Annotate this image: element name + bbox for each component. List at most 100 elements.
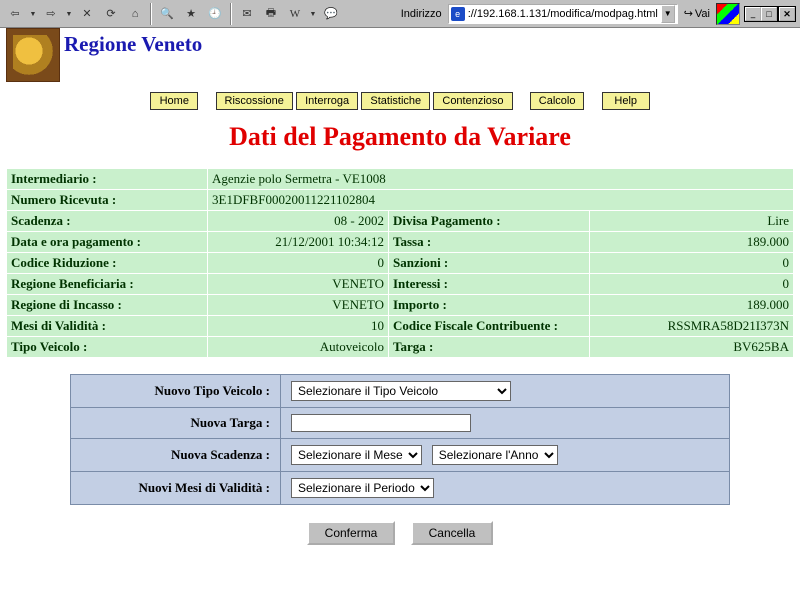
nav-help[interactable]: Help bbox=[602, 92, 650, 110]
page-title: Dati del Pagamento da Variare bbox=[6, 122, 794, 152]
tipo-veicolo-value: Autoveicolo bbox=[208, 337, 388, 357]
intermediario-value: Agenzie polo Sermetra - VE1008 bbox=[208, 169, 793, 189]
home-icon[interactable]: ⌂ bbox=[124, 3, 146, 25]
nav-contenzioso[interactable]: Contenzioso bbox=[433, 92, 512, 110]
table-row: Regione Beneficiaria : VENETO Interessi … bbox=[7, 274, 793, 294]
table-row: Tipo Veicolo : Autoveicolo Targa : BV625… bbox=[7, 337, 793, 357]
browser-toolbar: ⇦ ▼ ⇨ ▼ ✕ ⟳ ⌂ 🔍 ★ 🕘 ✉ 🖶 W ▼ 💬 Indirizzo … bbox=[0, 0, 800, 28]
nuovo-tipo-veicolo-label: Nuovo Tipo Veicolo : bbox=[71, 375, 281, 408]
regione-incasso-value: VENETO bbox=[208, 295, 388, 315]
minimize-button[interactable]: _ bbox=[745, 7, 761, 21]
go-button[interactable]: ↪Vai bbox=[684, 7, 710, 20]
divisa-label: Divisa Pagamento : bbox=[389, 211, 589, 231]
page-header: Regione Veneto bbox=[6, 28, 794, 82]
mesi-validita-label: Mesi di Validità : bbox=[7, 316, 207, 336]
nav-calcolo[interactable]: Calcolo bbox=[530, 92, 585, 110]
mail-icon[interactable]: ✉ bbox=[236, 3, 258, 25]
form-row: Nuovo Tipo Veicolo : Selezionare il Tipo… bbox=[71, 375, 730, 408]
page-viewport: Regione Veneto Home Riscossione Interrog… bbox=[0, 28, 800, 600]
nuova-scadenza-anno-select[interactable]: Selezionare l'Anno bbox=[432, 445, 558, 465]
nav-home[interactable]: Home bbox=[150, 92, 198, 110]
nuovi-mesi-select[interactable]: Selezionare il Periodo bbox=[291, 478, 434, 498]
nuova-targa-label: Nuova Targa : bbox=[71, 408, 281, 439]
table-row: Regione di Incasso : VENETO Importo : 18… bbox=[7, 295, 793, 315]
table-row: Mesi di Validità : 10 Codice Fiscale Con… bbox=[7, 316, 793, 336]
intermediario-label: Intermediario : bbox=[7, 169, 207, 189]
table-row: Intermediario : Agenzie polo Sermetra - … bbox=[7, 169, 793, 189]
print-icon[interactable]: 🖶 bbox=[260, 3, 282, 25]
discuss-icon[interactable]: 💬 bbox=[320, 3, 342, 25]
table-row: Scadenza : 08 - 2002 Divisa Pagamento : … bbox=[7, 211, 793, 231]
importo-value: 189.000 bbox=[590, 295, 793, 315]
history-icon[interactable]: 🕘 bbox=[204, 3, 226, 25]
tassa-label: Tassa : bbox=[389, 232, 589, 252]
form-row: Nuova Scadenza : Selezionare il Mese Sel… bbox=[71, 439, 730, 472]
edit-dd-icon[interactable]: ▼ bbox=[308, 3, 318, 25]
tassa-value: 189.000 bbox=[590, 232, 793, 252]
address-bar[interactable]: e ://192.168.1.131/modifica/modpag.html … bbox=[448, 4, 678, 24]
table-row: Data e ora pagamento : 21/12/2001 10:34:… bbox=[7, 232, 793, 252]
nav-interroga[interactable]: Interroga bbox=[296, 92, 358, 110]
interessi-value: 0 bbox=[590, 274, 793, 294]
sanzioni-label: Sanzioni : bbox=[389, 253, 589, 273]
numero-ricevuta-value: 3E1DFBF00020011221102804 bbox=[208, 190, 793, 210]
cf-value: RSSMRA58D21I373N bbox=[590, 316, 793, 336]
conferma-button[interactable]: Conferma bbox=[307, 521, 396, 545]
nav-riscossione[interactable]: Riscossione bbox=[216, 92, 293, 110]
windows-logo-icon bbox=[716, 3, 740, 25]
regione-benef-label: Regione Beneficiaria : bbox=[7, 274, 207, 294]
codice-riduzione-value: 0 bbox=[208, 253, 388, 273]
data-ora-value: 21/12/2001 10:34:12 bbox=[208, 232, 388, 252]
form-row: Nuova Targa : bbox=[71, 408, 730, 439]
separator bbox=[230, 3, 232, 25]
regione-incasso-label: Regione di Incasso : bbox=[7, 295, 207, 315]
sanzioni-value: 0 bbox=[590, 253, 793, 273]
mesi-validita-value: 10 bbox=[208, 316, 388, 336]
window-controls: _ □ ✕ bbox=[744, 6, 796, 22]
refresh-icon[interactable]: ⟳ bbox=[100, 3, 122, 25]
regione-benef-value: VENETO bbox=[208, 274, 388, 294]
forward-dd-icon[interactable]: ▼ bbox=[64, 3, 74, 25]
table-row: Codice Riduzione : 0 Sanzioni : 0 bbox=[7, 253, 793, 273]
data-ora-label: Data e ora pagamento : bbox=[7, 232, 207, 252]
separator bbox=[150, 3, 152, 25]
close-button[interactable]: ✕ bbox=[779, 7, 795, 21]
search-icon[interactable]: 🔍 bbox=[156, 3, 178, 25]
cancella-button[interactable]: Cancella bbox=[411, 521, 494, 545]
table-row: Numero Ricevuta : 3E1DFBF000200112211028… bbox=[7, 190, 793, 210]
address-dropdown-icon[interactable]: ▼ bbox=[661, 5, 675, 23]
edit-icon[interactable]: W bbox=[284, 3, 306, 25]
cf-label: Codice Fiscale Contribuente : bbox=[389, 316, 589, 336]
org-title: Regione Veneto bbox=[64, 32, 202, 57]
interessi-label: Interessi : bbox=[389, 274, 589, 294]
nuovi-mesi-label: Nuovi Mesi di Validità : bbox=[71, 472, 281, 505]
back-icon[interactable]: ⇦ bbox=[4, 3, 26, 25]
go-label: Vai bbox=[695, 8, 710, 20]
maximize-button[interactable]: □ bbox=[761, 7, 777, 21]
address-label: Indirizzo bbox=[401, 8, 442, 20]
ie-icon: e bbox=[451, 7, 465, 21]
back-dd-icon[interactable]: ▼ bbox=[28, 3, 38, 25]
importo-label: Importo : bbox=[389, 295, 589, 315]
nav-statistiche[interactable]: Statistiche bbox=[361, 92, 430, 110]
codice-riduzione-label: Codice Riduzione : bbox=[7, 253, 207, 273]
nuova-scadenza-mese-select[interactable]: Selezionare il Mese bbox=[291, 445, 422, 465]
scadenza-value: 08 - 2002 bbox=[208, 211, 388, 231]
form-row: Nuovi Mesi di Validità : Selezionare il … bbox=[71, 472, 730, 505]
nuovo-tipo-veicolo-select[interactable]: Selezionare il Tipo Veicolo bbox=[291, 381, 511, 401]
nuova-targa-input[interactable] bbox=[291, 414, 471, 432]
divisa-value: Lire bbox=[590, 211, 793, 231]
numero-ricevuta-label: Numero Ricevuta : bbox=[7, 190, 207, 210]
targa-label: Targa : bbox=[389, 337, 589, 357]
regione-veneto-logo bbox=[6, 28, 60, 82]
stop-icon[interactable]: ✕ bbox=[76, 3, 98, 25]
targa-value: BV625BA bbox=[590, 337, 793, 357]
button-row: Conferma Cancella bbox=[6, 521, 794, 545]
favorites-icon[interactable]: ★ bbox=[180, 3, 202, 25]
scadenza-label: Scadenza : bbox=[7, 211, 207, 231]
payment-data-table: Intermediario : Agenzie polo Sermetra - … bbox=[6, 168, 794, 358]
nav-bar: Home Riscossione Interroga Statistiche C… bbox=[6, 92, 794, 110]
edit-form: Nuovo Tipo Veicolo : Selezionare il Tipo… bbox=[70, 374, 730, 505]
forward-icon[interactable]: ⇨ bbox=[40, 3, 62, 25]
tipo-veicolo-label: Tipo Veicolo : bbox=[7, 337, 207, 357]
